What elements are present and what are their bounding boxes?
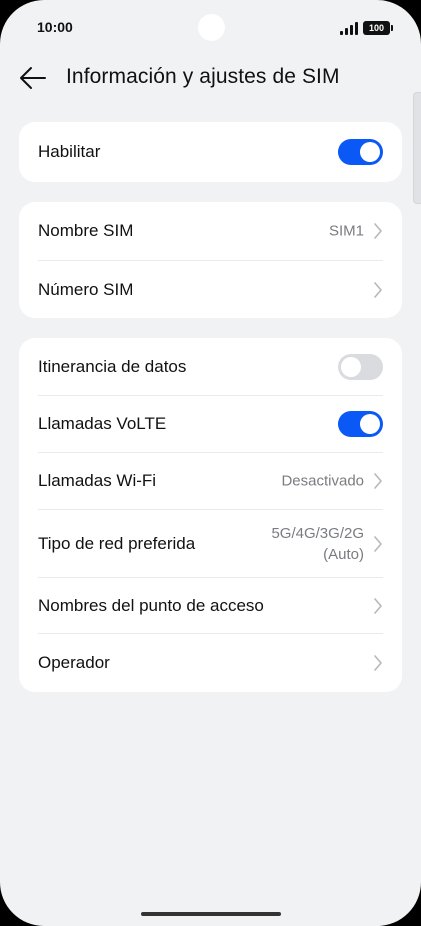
battery-icon: 100 <box>363 21 393 35</box>
scrollbar[interactable] <box>413 92 421 204</box>
row-value: Desactivado <box>281 472 364 490</box>
row-value: SIM1 <box>328 222 364 240</box>
row-label: Habilitar <box>38 142 101 161</box>
signal-icon <box>340 22 360 35</box>
chevron-right-icon <box>374 655 382 671</box>
card-network: Itinerancia de datos Llamadas VoLTE Llam… <box>19 338 402 692</box>
phone-screen: 10:00 100 Información y ajustes de SIM H… <box>0 0 421 926</box>
arrow-left-icon[interactable] <box>19 65 47 91</box>
row-label: Nombre SIM <box>38 221 134 240</box>
row-label: Llamadas VoLTE <box>38 414 167 433</box>
row-nombre-sim[interactable]: Nombre SIM SIM1 <box>38 202 383 261</box>
page-title: Información y ajustes de SIM <box>66 65 340 88</box>
row-tipo-red[interactable]: Tipo de red preferida 5G/4G/3G/2G (Auto) <box>38 510 383 578</box>
chevron-right-icon <box>374 473 382 489</box>
row-wifi-calling[interactable]: Llamadas Wi-Fi Desactivado <box>38 453 383 510</box>
chevron-right-icon <box>374 535 382 552</box>
volte-toggle[interactable] <box>338 411 383 437</box>
chevron-right-icon <box>374 223 382 239</box>
card-enable: Habilitar <box>19 122 402 182</box>
row-itinerancia[interactable]: Itinerancia de datos <box>38 338 383 396</box>
row-label: Itinerancia de datos <box>38 356 187 376</box>
row-label: Nombres del punto de acceso <box>38 595 264 615</box>
front-camera <box>198 14 225 41</box>
habilitar-toggle[interactable] <box>338 139 383 165</box>
row-label: Tipo de red preferida <box>38 533 196 553</box>
chevron-right-icon <box>374 597 382 614</box>
status-time: 10:00 <box>37 19 73 35</box>
status-bar: 10:00 100 <box>0 0 421 56</box>
row-volte[interactable]: Llamadas VoLTE <box>38 396 383 453</box>
row-operador[interactable]: Operador <box>38 634 383 692</box>
chevron-right-icon <box>374 281 382 298</box>
network-mode-line2: (Auto) <box>323 545 364 563</box>
network-mode-line1: 5G/4G/3G/2G <box>271 524 364 542</box>
home-indicator[interactable] <box>141 912 281 916</box>
header: Información y ajustes de SIM <box>0 56 421 100</box>
itinerancia-toggle[interactable] <box>338 353 383 380</box>
row-value: 5G/4G/3G/2G (Auto) <box>271 523 364 565</box>
row-label: Llamadas Wi-Fi <box>38 471 157 490</box>
card-sim-info: Nombre SIM SIM1 Número SIM <box>19 202 402 318</box>
row-numero-sim[interactable]: Número SIM <box>38 261 383 318</box>
row-habilitar[interactable]: Habilitar <box>38 122 383 182</box>
row-apn[interactable]: Nombres del punto de acceso <box>38 578 383 634</box>
row-label: Número SIM <box>38 279 134 299</box>
row-label: Operador <box>38 653 110 672</box>
